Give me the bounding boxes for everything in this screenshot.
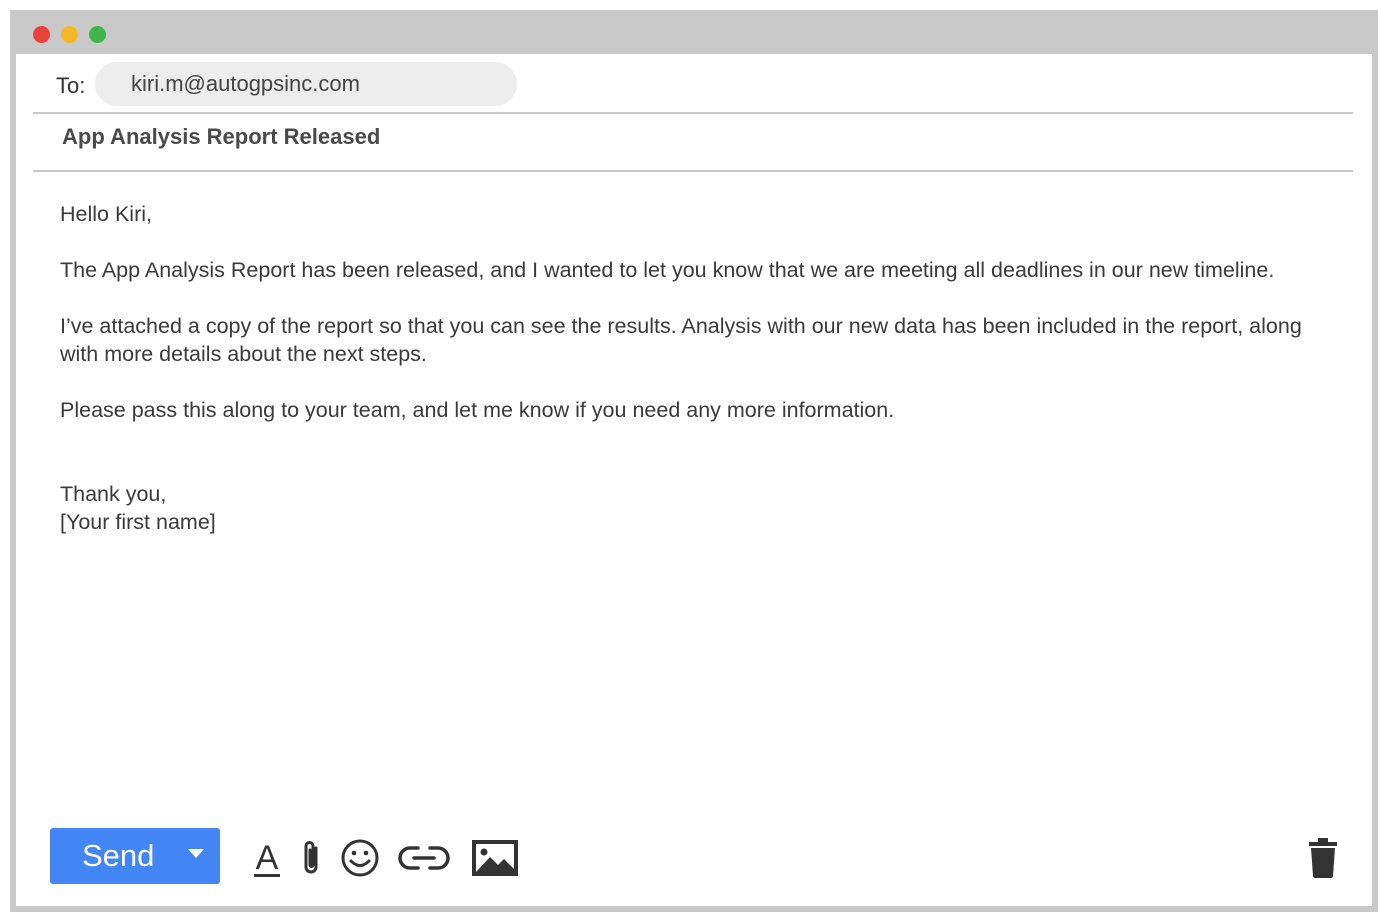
send-button-group: Send <box>50 828 220 884</box>
text-format-letter: A <box>256 839 279 877</box>
maximize-window-button[interactable] <box>89 26 106 43</box>
window-titlebar <box>10 10 1378 54</box>
link-icon[interactable] <box>396 836 452 880</box>
compose-content: To: kiri.m@autogpsinc.com App Analysis R… <box>16 54 1372 906</box>
trash-icon[interactable] <box>1308 836 1338 880</box>
to-row: To: kiri.m@autogpsinc.com <box>16 54 1372 112</box>
subject-field[interactable]: App Analysis Report Released <box>62 124 380 150</box>
emoji-icon[interactable] <box>340 836 380 880</box>
divider <box>33 170 1353 172</box>
body-paragraph: I’ve attached a copy of the report so th… <box>60 314 1302 366</box>
body-greeting: Hello Kiri, <box>60 202 152 226</box>
send-options-chevron-down-icon[interactable] <box>188 849 204 858</box>
email-compose-window: To: kiri.m@autogpsinc.com App Analysis R… <box>10 10 1378 912</box>
body-signature: [Your first name] <box>60 510 216 534</box>
divider <box>33 112 1353 114</box>
body-paragraph: The App Analysis Report has been release… <box>60 258 1275 282</box>
close-window-button[interactable] <box>33 26 50 43</box>
text-format-icon[interactable]: A <box>252 836 282 880</box>
paperclip-icon[interactable] <box>299 836 323 880</box>
recipient-chip[interactable]: kiri.m@autogpsinc.com <box>95 62 517 106</box>
to-label: To: <box>56 73 86 98</box>
image-icon[interactable] <box>470 836 520 880</box>
message-body[interactable]: Hello Kiri, The App Analysis Report has … <box>60 200 1320 536</box>
minimize-window-button[interactable] <box>61 26 78 43</box>
send-button[interactable]: Send <box>82 828 154 884</box>
body-paragraph: Please pass this along to your team, and… <box>60 398 895 422</box>
body-closing: Thank you, <box>60 482 167 506</box>
